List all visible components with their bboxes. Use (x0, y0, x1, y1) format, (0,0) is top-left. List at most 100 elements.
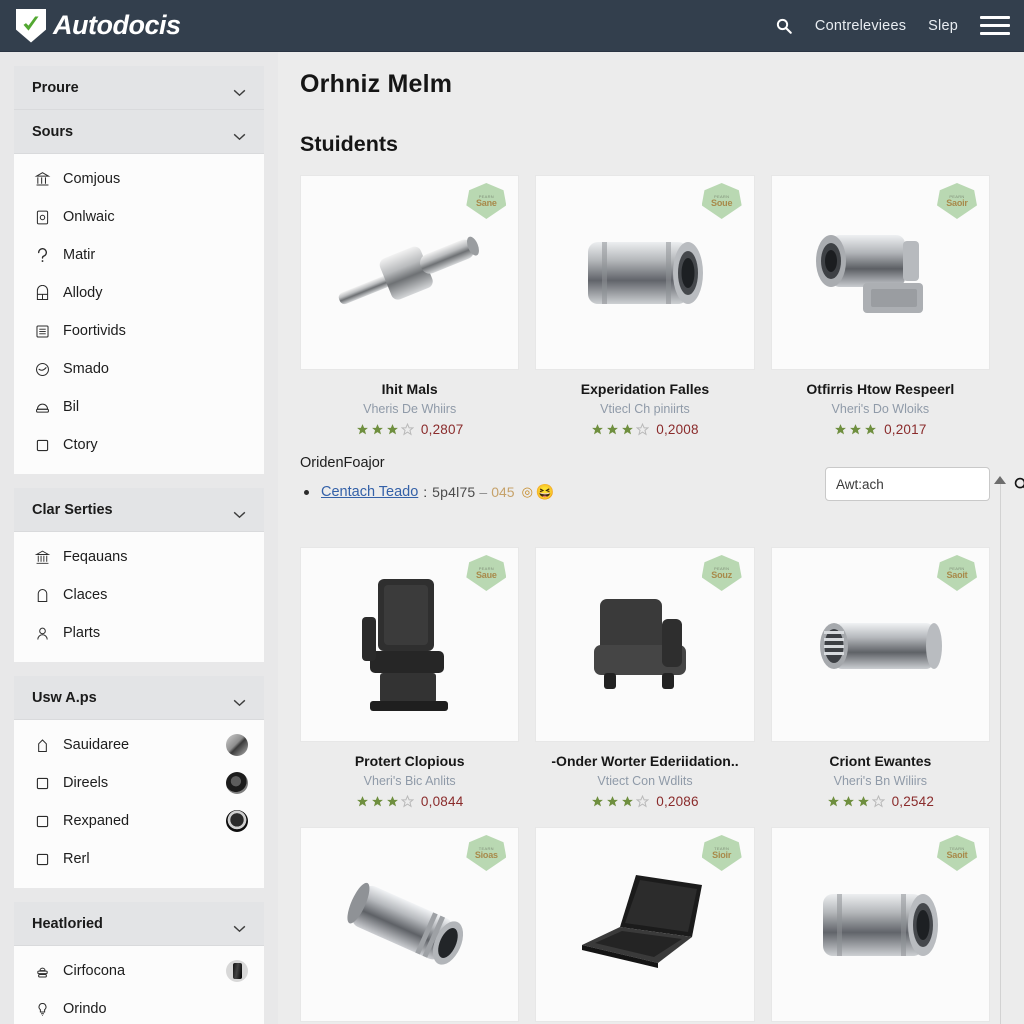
star-filled-icon (865, 424, 876, 435)
sidebar-section-header-heatloried[interactable]: Heatloried (14, 902, 264, 946)
product-card[interactable]: PEARN Saoit Criont Ewantes Vheri's Bn Wi… (770, 547, 990, 809)
sidebar-item-onlwaic[interactable]: Onlwaic (14, 198, 264, 236)
sidebar: Proure Sours Comjous Onlwaic Matir Allod… (0, 52, 278, 1024)
sidebar-item-bil[interactable]: Bil (14, 388, 264, 426)
product-card[interactable]: TEARN Sioir (535, 827, 755, 1022)
product-card[interactable]: TEARN Sioas (300, 827, 520, 1022)
search-icon[interactable] (775, 17, 793, 35)
sidebar-item-label: Direels (63, 775, 109, 791)
sidebar-section-heatloried: Heatloried Cirfocona Orindo (14, 902, 264, 1024)
top-header-bar: Autodocis Contreleviees Slep (0, 0, 1024, 52)
sidebar-item-rerl[interactable]: Rerl (14, 840, 264, 878)
product-card[interactable]: PEARN Sane Ihit Mals Vheris De Whiirs 0,… (300, 175, 520, 437)
shield-check-icon (16, 8, 46, 43)
product-title: Experidation Falles (580, 381, 710, 397)
sidebar-item-orindo[interactable]: Orindo (14, 990, 264, 1024)
product-image[interactable]: PEARN Saue (300, 547, 520, 742)
sidebar-item-label: Plarts (63, 625, 101, 641)
sidebar-section-header-sours[interactable]: Sours (14, 110, 264, 154)
tag-icon (34, 737, 51, 754)
sidebar-section-usw-aps: Usw A.ps Sauidaree Direels Rexpaned Rerl (14, 676, 264, 888)
sidebar-section-title: Usw A.ps (32, 689, 97, 706)
square-icon (34, 437, 51, 454)
product-image[interactable]: TEARN Saoit (770, 827, 990, 1022)
star-filled-icon (356, 424, 368, 435)
sidebar-item-claces[interactable]: Claces (14, 576, 264, 614)
sidebar-item-label: Ctory (63, 437, 98, 453)
product-price: 0,2008 (656, 422, 699, 437)
metal-splined-roller-image (820, 622, 943, 669)
sidebar-item-label: Sauidaree (63, 737, 130, 753)
sidebar-item-ctory[interactable]: Ctory (14, 426, 264, 464)
scroll-up-arrow-icon[interactable] (994, 472, 1006, 484)
search-box[interactable] (825, 467, 1024, 501)
chevron-down-icon[interactable] (233, 128, 246, 140)
star-filled-icon (371, 796, 383, 807)
chevron-down-icon[interactable] (233, 84, 246, 96)
product-image[interactable]: PEARN Sane (300, 175, 520, 370)
chevron-down-icon[interactable] (233, 506, 246, 518)
page-scrollbar[interactable] (994, 472, 1006, 1024)
product-title: Otfirris Htow Respeerl (806, 381, 955, 397)
sidebar-item-sauidaree[interactable]: Sauidaree (14, 726, 264, 764)
sidebar-item-label: Rexpaned (63, 813, 130, 829)
metal-rod-thumb (226, 734, 248, 756)
sidebar-item-matir[interactable]: Matir (14, 236, 264, 274)
sidebar-section-title: Proure (32, 79, 79, 96)
sidebar-item-foortivids[interactable]: Foortivids (14, 312, 264, 350)
star-empty-icon (400, 795, 414, 808)
nav-link-slep[interactable]: Slep (928, 18, 958, 34)
order-code-secondary: 045 (491, 484, 515, 500)
list-document-icon (34, 323, 51, 340)
sidebar-section-proure: Proure (14, 66, 264, 110)
chevron-down-icon[interactable] (233, 694, 246, 706)
product-card[interactable]: PEARN Saoir Otfirris Htow Respeerl Vheri… (770, 175, 990, 437)
sidebar-item-label: Feqauans (63, 549, 128, 565)
sidebar-item-cirfocona[interactable]: Cirfocona (14, 952, 264, 990)
search-icon[interactable] (1013, 476, 1024, 493)
scrollbar-track[interactable] (999, 484, 1001, 1024)
product-card[interactable]: TEARN Saoit (770, 827, 990, 1022)
product-image[interactable]: PEARN Soue (535, 175, 755, 370)
star-empty-icon (871, 795, 885, 808)
product-card[interactable]: PEARN Soue Experidation Falles Vtiecl Ch… (535, 175, 755, 437)
question-mark-icon (34, 247, 51, 264)
chevron-down-icon[interactable] (233, 920, 246, 932)
star-filled-icon (842, 796, 854, 807)
nav-link-contreleviees[interactable]: Contreleviees (815, 18, 906, 34)
product-image[interactable]: TEARN Sioir (535, 827, 755, 1022)
product-subtitle: Vheris De Whiirs (363, 402, 457, 416)
sidebar-item-smado[interactable]: Smado (14, 350, 264, 388)
metal-mounted-block-image (816, 234, 924, 313)
sidebar-section-clar-serties: Clar Serties Feqauans Claces Plarts (14, 488, 264, 662)
star-filled-icon (592, 424, 604, 435)
sidebar-item-comjous[interactable]: Comjous (14, 160, 264, 198)
sidebar-item-allody[interactable]: Allody (14, 274, 264, 312)
contact-link[interactable]: Centach Teado (321, 484, 418, 500)
product-image[interactable]: PEARN Saoit (770, 547, 990, 742)
sidebar-item-direels[interactable]: Direels (14, 764, 264, 802)
black-laptop-image (582, 875, 703, 968)
product-card[interactable]: PEARN Saue Protert Clopious Vheri's Bic … (300, 547, 520, 809)
sidebar-section-header-proure[interactable]: Proure (14, 66, 264, 110)
sidebar-item-plarts[interactable]: Plarts (14, 614, 264, 652)
hamburger-menu-icon[interactable] (980, 16, 1010, 35)
product-title: Criont Ewantes (829, 753, 932, 769)
sidebar-item-label: Claces (63, 587, 108, 603)
product-subtitle: Vtiecl Ch piniirts (600, 402, 690, 416)
bank-icon (34, 549, 51, 566)
product-image[interactable]: TEARN Sioas (300, 827, 520, 1022)
black-armchair-image (593, 598, 686, 689)
product-image[interactable]: PEARN Saoir (770, 175, 990, 370)
smiley-emoji-icon: 😆 (535, 484, 555, 501)
sidebar-item-rexpaned[interactable]: Rexpaned (14, 802, 264, 840)
sidebar-section-header-clar-serties[interactable]: Clar Serties (14, 488, 264, 532)
logo[interactable]: Autodocis (16, 8, 181, 43)
search-input[interactable] (836, 476, 1013, 492)
badge-label: Sane (475, 197, 497, 208)
sidebar-item-feqauans[interactable]: Feqauans (14, 538, 264, 576)
product-rating: 0,2008 (535, 422, 754, 437)
product-image[interactable]: PEARN Souz (535, 547, 755, 742)
product-card[interactable]: PEARN Souz -Onder Worter Ederiidation.. … (535, 547, 755, 809)
sidebar-section-header-usw-aps[interactable]: Usw A.ps (14, 676, 264, 720)
